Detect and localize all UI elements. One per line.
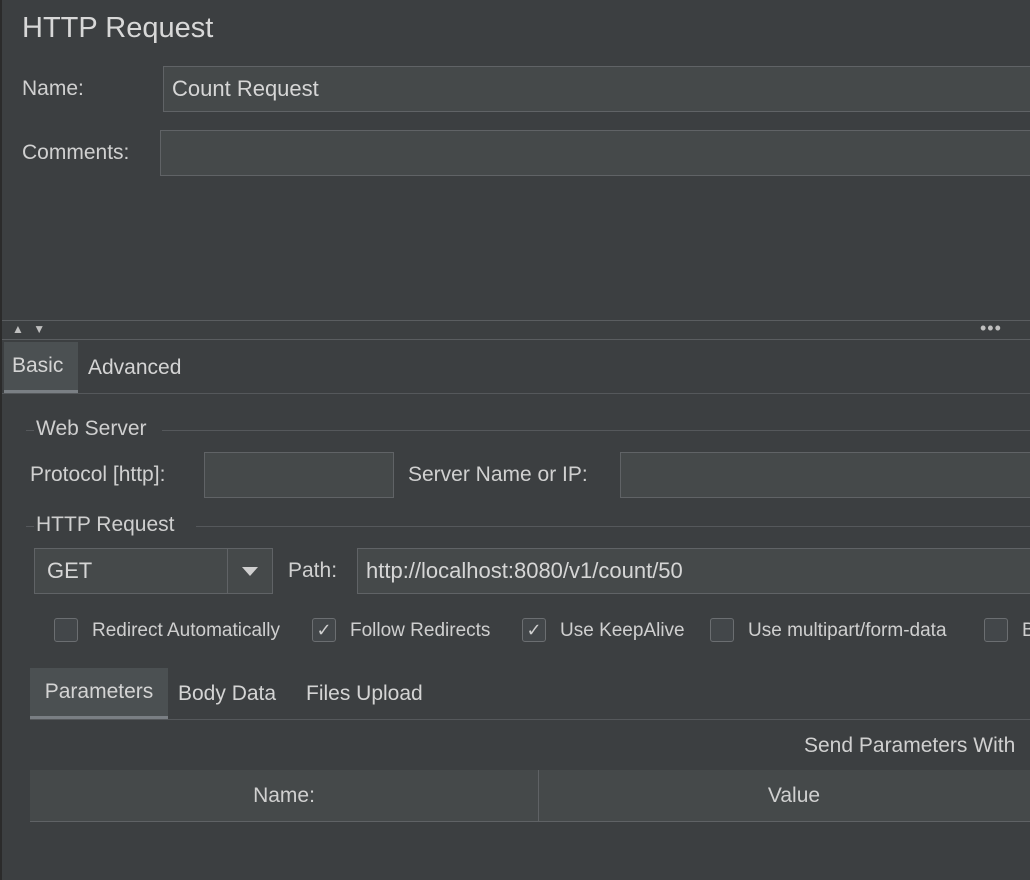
table-header-value-label: Value [767, 783, 821, 807]
path-label: Path: [288, 559, 338, 582]
param-tabs-baseline [30, 719, 1030, 720]
browser-compatible-checkbox[interactable] [984, 618, 1008, 642]
use-keepalive-label: Use KeepAlive [560, 620, 685, 641]
comments-field[interactable] [160, 130, 1030, 176]
more-icon[interactable]: ••• [980, 318, 1002, 339]
web-server-group-title: Web Server [36, 417, 147, 440]
method-select-value: GET [47, 558, 93, 583]
tab-basic[interactable]: Basic [4, 342, 78, 394]
window-left-edge [0, 0, 2, 880]
tab-parameters[interactable]: Parameters [30, 668, 168, 720]
http-request-group-border [26, 526, 34, 527]
web-server-group-border-right [162, 430, 1030, 431]
tab-body-data[interactable]: Body Data [170, 668, 284, 720]
follow-redirects-label: Follow Redirects [350, 620, 491, 641]
path-field[interactable]: http://localhost:8080/v1/count/50 [357, 548, 1030, 594]
split-pane-divider[interactable] [2, 320, 1030, 340]
name-label: Name: [22, 77, 84, 100]
main-tabs-baseline [2, 393, 1030, 394]
tab-advanced-label: Advanced [88, 356, 182, 379]
collapse-expand-icon[interactable]: ▲ ▼ [12, 322, 48, 336]
chevron-down-icon[interactable] [227, 549, 272, 593]
page-title: HTTP Request [22, 12, 214, 44]
name-field-value: Count Request [172, 76, 319, 101]
path-field-value: http://localhost:8080/v1/count/50 [366, 558, 683, 583]
comments-label: Comments: [22, 141, 130, 164]
use-multipart-checkbox[interactable] [710, 618, 734, 642]
check-icon: ✓ [526, 619, 542, 640]
http-request-group-border-right [196, 526, 1030, 527]
table-header-name-label: Name: [253, 783, 315, 807]
check-icon: ✓ [316, 619, 332, 640]
browser-compatible-label: B [1022, 620, 1030, 641]
send-parameters-label: Send Parameters With [804, 734, 1016, 757]
redirect-automatically-label: Redirect Automatically [92, 620, 280, 641]
use-multipart-label: Use multipart/form-data [748, 620, 947, 641]
table-header-name[interactable]: Name: [30, 770, 539, 822]
server-name-label: Server Name or IP: [408, 463, 588, 486]
tab-files-upload-label: Files Upload [306, 682, 423, 705]
tab-advanced[interactable]: Advanced [80, 342, 189, 394]
use-keepalive-checkbox[interactable]: ✓ [522, 618, 546, 642]
tab-basic-label: Basic [12, 354, 64, 377]
method-select[interactable]: GET [34, 548, 273, 594]
tab-files-upload[interactable]: Files Upload [298, 668, 431, 720]
tab-parameters-label: Parameters [44, 680, 154, 703]
server-name-field[interactable] [620, 452, 1030, 498]
http-request-group-title: HTTP Request [36, 513, 175, 536]
redirect-automatically-checkbox[interactable] [54, 618, 78, 642]
protocol-field[interactable] [204, 452, 394, 498]
name-field[interactable]: Count Request [163, 66, 1030, 112]
protocol-label: Protocol [http]: [30, 463, 166, 486]
table-header-value[interactable]: Value [539, 770, 1030, 822]
tab-body-data-label: Body Data [178, 682, 277, 705]
web-server-group-border [26, 430, 34, 431]
follow-redirects-checkbox[interactable]: ✓ [312, 618, 336, 642]
